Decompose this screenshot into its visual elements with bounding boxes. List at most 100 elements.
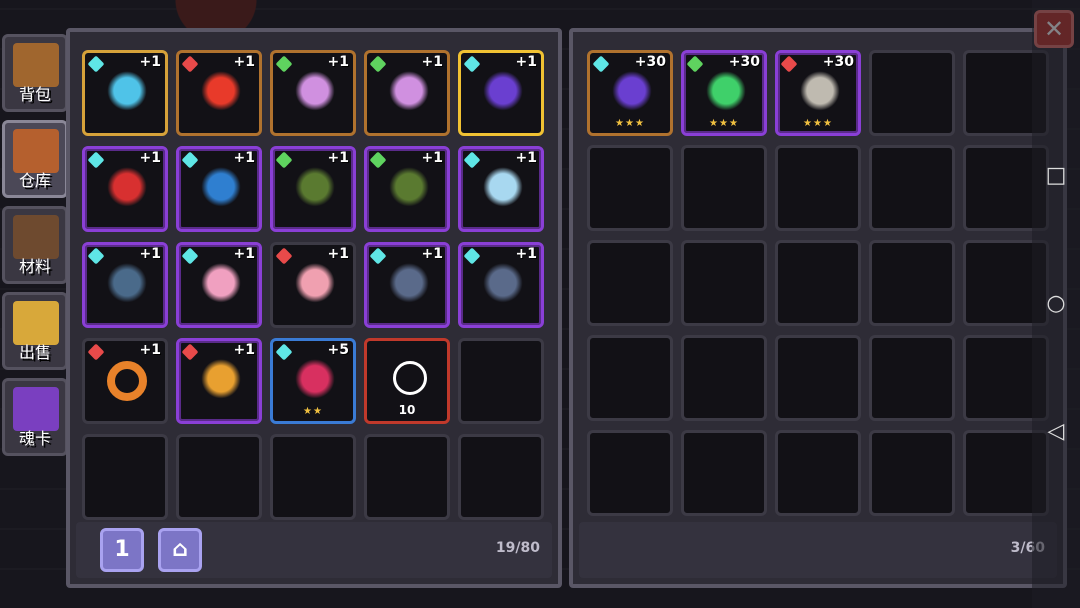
empty-slot[interactable] — [364, 434, 450, 520]
launcher-icon — [387, 167, 431, 211]
tab-4[interactable]: 魂卡 — [2, 378, 68, 456]
empty-slot[interactable] — [458, 338, 544, 424]
item-slot-peach[interactable]: +1 — [270, 242, 356, 328]
rarity-gem-icon — [369, 247, 387, 265]
tab-label: 材料 — [18, 257, 51, 276]
item-slot-shield[interactable]: +1 — [364, 242, 450, 328]
empty-slot[interactable] — [869, 430, 955, 516]
item-level: +1 — [515, 246, 537, 262]
empty-slot[interactable] — [681, 335, 767, 421]
tab-label: 仓库 — [18, 171, 51, 190]
empty-slot[interactable] — [869, 50, 955, 136]
item-slot-ice-blade[interactable]: +1 — [458, 146, 544, 232]
tab-2[interactable]: 材料 — [2, 206, 68, 284]
ice-cream-icon — [199, 263, 243, 307]
rarity-gem-icon — [181, 151, 199, 169]
item-level: +1 — [233, 54, 255, 70]
item-slot-trash-can[interactable]: +1 — [82, 242, 168, 328]
page-1-button[interactable]: 1 — [100, 528, 144, 572]
empty-slot[interactable] — [775, 335, 861, 421]
launcher-icon — [293, 167, 337, 211]
ice-blade-icon — [481, 167, 525, 211]
rarity-gem-icon — [463, 55, 481, 73]
empty-slot[interactable] — [869, 145, 955, 231]
empty-slot[interactable] — [587, 240, 673, 326]
empty-slot[interactable] — [587, 430, 673, 516]
scythe-icon — [387, 71, 431, 115]
star-rating: ★★★ — [615, 118, 645, 129]
empty-slot[interactable] — [270, 434, 356, 520]
item-slot-scythe[interactable]: +1 — [270, 50, 356, 136]
warehouse-grid: +1 +1 +1 +1 +1 +1 +1 +1 +1 +1 +1 +1 +1 +1 +1 +1 +1 +5 ★★ 10 — [82, 50, 544, 520]
drill-icon — [293, 359, 337, 403]
item-level: +1 — [327, 54, 349, 70]
item-slot-drill[interactable]: +5 ★★ — [270, 338, 356, 424]
item-slot-staff[interactable]: +30 ★★★ — [587, 50, 673, 136]
item-count: 10 — [398, 403, 416, 417]
warehouse-panel: +1 +1 +1 +1 +1 +1 +1 +1 +1 +1 +1 +1 +1 +1 +1 +1 +1 +5 ★★ 10… — [66, 28, 562, 588]
rarity-gem-icon — [463, 151, 481, 169]
backpack-grid: +30 ★★★ +30 ★★★ +30 ★★★ — [587, 50, 1049, 516]
tab-3[interactable]: 出售 — [2, 292, 68, 370]
star-rating: ★★ — [303, 406, 323, 417]
tab-label: 背包 — [18, 85, 51, 104]
item-slot-fire-extinguisher[interactable]: +1 — [82, 146, 168, 232]
item-level: +1 — [139, 150, 161, 166]
item-slot-donut-ring[interactable]: +1 — [82, 338, 168, 424]
empty-slot[interactable] — [681, 240, 767, 326]
rarity-gem-icon — [369, 151, 387, 169]
item-slot-sun-orb[interactable]: +1 — [176, 50, 262, 136]
star-rating: ★★★ — [803, 118, 833, 129]
empty-slot[interactable] — [587, 145, 673, 231]
item-slot-staff[interactable]: +1 — [458, 50, 544, 136]
item-level: +1 — [515, 150, 537, 166]
empty-slot[interactable] — [458, 434, 544, 520]
item-slot-green-eye[interactable]: +30 ★★★ — [681, 50, 767, 136]
empty-slot[interactable] — [775, 145, 861, 231]
back-icon[interactable]: ◁ — [1044, 420, 1068, 444]
empty-slot[interactable] — [82, 434, 168, 520]
item-slot-hook[interactable]: +30 ★★★ — [775, 50, 861, 136]
empty-slot[interactable] — [587, 335, 673, 421]
rarity-gem-icon — [181, 247, 199, 265]
tab-0[interactable]: 背包 — [2, 34, 68, 112]
rarity-gem-icon — [275, 55, 293, 73]
empty-slot[interactable] — [775, 240, 861, 326]
rarity-gem-icon — [592, 55, 610, 73]
green-eye-icon — [704, 71, 748, 115]
empty-slot[interactable] — [869, 240, 955, 326]
recents-icon[interactable]: □ — [1044, 164, 1068, 188]
backpack-panel: +30 ★★★ +30 ★★★ +30 ★★★ 3/60 — [569, 28, 1067, 588]
item-slot-launcher[interactable]: +1 — [270, 146, 356, 232]
item-slot-slingshot[interactable]: +1 — [176, 338, 262, 424]
empty-slot[interactable] — [681, 430, 767, 516]
empty-slot[interactable] — [775, 430, 861, 516]
shield-icon — [481, 263, 525, 307]
shield-icon — [387, 263, 431, 307]
empty-slot[interactable] — [176, 434, 262, 520]
lock-button[interactable]: ⌂ — [158, 528, 202, 572]
tab-1[interactable]: 仓库 — [2, 120, 68, 198]
item-level: +1 — [421, 246, 443, 262]
item-slot-launcher[interactable]: +1 — [364, 146, 450, 232]
rarity-gem-icon — [369, 55, 387, 73]
empty-slot[interactable] — [869, 335, 955, 421]
rarity-gem-icon — [686, 55, 704, 73]
fire-extinguisher-icon — [105, 167, 149, 211]
item-slot-ice-cream[interactable]: +1 — [176, 242, 262, 328]
crystal-cluster-icon — [105, 71, 149, 115]
slingshot-icon — [199, 359, 243, 403]
item-slot-shield[interactable]: +1 — [458, 242, 544, 328]
item-slot-scythe[interactable]: +1 — [364, 50, 450, 136]
item-level: +1 — [233, 246, 255, 262]
item-level: +1 — [139, 246, 161, 262]
rifle-icon — [199, 167, 243, 211]
peach-icon — [293, 263, 337, 307]
system-nav-bar: □ ○ ◁ — [1032, 0, 1080, 608]
home-icon[interactable]: ○ — [1044, 292, 1068, 316]
empty-slot[interactable] — [681, 145, 767, 231]
rarity-gem-icon — [87, 247, 105, 265]
item-slot-crystal-cluster[interactable]: +1 — [82, 50, 168, 136]
item-slot-necklace[interactable]: 10 — [364, 338, 450, 424]
item-slot-rifle[interactable]: +1 — [176, 146, 262, 232]
